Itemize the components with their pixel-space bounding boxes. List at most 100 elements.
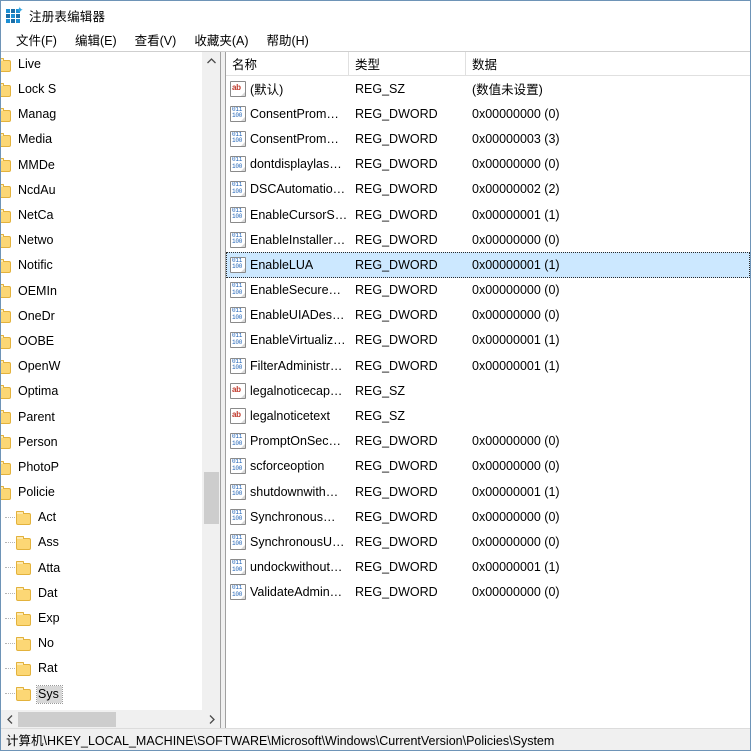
cell-type: REG_DWORD xyxy=(349,157,466,171)
tree-item-notific[interactable]: Notific xyxy=(1,254,219,279)
registry-tree[interactable]: LiveLock SManagMediaMMDeNcdAuNetCaNetwoN… xyxy=(1,52,220,710)
tree-item-oobe[interactable]: OOBE xyxy=(1,329,219,354)
tree-item-parent[interactable]: Parent xyxy=(1,405,219,430)
dword-value-icon: 011100 xyxy=(230,509,246,525)
menu-favorites[interactable]: 收藏夹(A) xyxy=(185,28,257,52)
table-row[interactable]: 011100dontdisplaylas…REG_DWORD0x00000000… xyxy=(226,152,750,177)
scroll-up-icon[interactable] xyxy=(203,52,220,69)
menu-help[interactable]: 帮助(H) xyxy=(257,28,317,52)
cell-type: REG_SZ xyxy=(349,82,466,96)
tree-item-no[interactable]: No xyxy=(1,631,219,656)
folder-icon xyxy=(1,133,12,147)
values-list[interactable]: ab(默认)REG_SZ(数值未设置)011100ConsentProm…REG… xyxy=(226,76,750,728)
string-value-icon: ab xyxy=(230,383,246,399)
value-name: ConsentProm… xyxy=(250,107,339,121)
table-row[interactable]: 011100shutdownwith…REG_DWORD0x00000001 (… xyxy=(226,479,750,504)
table-row[interactable]: 011100PromptOnSec…REG_DWORD0x00000000 (0… xyxy=(226,429,750,454)
tree-item-manag[interactable]: Manag xyxy=(1,102,219,127)
tree-item-live[interactable]: Live xyxy=(1,52,219,77)
main-split: LiveLock SManagMediaMMDeNcdAuNetCaNetwoN… xyxy=(1,51,750,728)
cell-type: REG_DWORD xyxy=(349,132,466,146)
tree-item-atta[interactable]: Atta xyxy=(1,556,219,581)
table-row[interactable]: 011100EnableLUAREG_DWORD0x00000001 (1) xyxy=(226,252,750,277)
folder-icon xyxy=(16,612,32,626)
cell-type: REG_DWORD xyxy=(349,560,466,574)
table-row[interactable]: 011100scforceoptionREG_DWORD0x00000000 (… xyxy=(226,454,750,479)
tree-item-label: Act xyxy=(37,509,59,526)
tree-item-person[interactable]: Person xyxy=(1,430,219,455)
cell-data: 0x00000001 (1) xyxy=(466,485,750,499)
string-value-icon: ab xyxy=(230,81,246,97)
table-row[interactable]: 011100DSCAutomatio…REG_DWORD0x00000002 (… xyxy=(226,177,750,202)
tree-item-label: PhotoP xyxy=(17,459,62,476)
table-row[interactable]: 011100SynchronousU…REG_DWORD0x00000000 (… xyxy=(226,529,750,554)
tree-item-policie[interactable]: Policie xyxy=(1,480,219,505)
folder-icon xyxy=(1,486,12,500)
folder-icon xyxy=(1,234,12,248)
tree-item-exp[interactable]: Exp xyxy=(1,606,219,631)
tree-item-optima[interactable]: Optima xyxy=(1,379,219,404)
tree-item-label: OneDr xyxy=(17,308,58,325)
dword-value-icon: 011100 xyxy=(230,181,246,197)
value-name: shutdownwith… xyxy=(250,485,338,499)
value-name: EnableVirtualiz… xyxy=(250,333,346,347)
tree-item-label: Lock S xyxy=(17,81,59,98)
title-bar: ✦ 注册表编辑器 xyxy=(1,1,750,29)
table-row[interactable]: 011100ConsentProm…REG_DWORD0x00000000 (0… xyxy=(226,101,750,126)
cell-name: ablegalnoticecap… xyxy=(226,383,349,399)
table-row[interactable]: 011100ValidateAdmin…REG_DWORD0x00000000 … xyxy=(226,580,750,605)
folder-icon xyxy=(1,259,12,273)
table-row[interactable]: 011100FilterAdministr…REG_DWORD0x0000000… xyxy=(226,353,750,378)
table-row[interactable]: 011100Synchronous…REG_DWORD0x00000000 (0… xyxy=(226,504,750,529)
cell-data: 0x00000000 (0) xyxy=(466,535,750,549)
tree-item-netwo[interactable]: Netwo xyxy=(1,228,219,253)
table-row[interactable]: ablegalnoticecap…REG_SZ xyxy=(226,378,750,403)
menu-view[interactable]: 查看(V) xyxy=(126,28,186,52)
value-name: legalnoticetext xyxy=(250,409,330,423)
h-scrollbar-thumb[interactable] xyxy=(18,712,116,727)
folder-icon xyxy=(16,662,32,676)
menu-edit[interactable]: 编辑(E) xyxy=(66,28,126,52)
menu-file[interactable]: 文件(F) xyxy=(7,28,66,52)
value-name: FilterAdministr… xyxy=(250,359,342,373)
tree-item-mmde[interactable]: MMDe xyxy=(1,153,219,178)
column-header-type[interactable]: 类型 xyxy=(349,52,466,75)
table-row[interactable]: 011100ConsentProm…REG_DWORD0x00000003 (3… xyxy=(226,126,750,151)
tree-item-openw[interactable]: OpenW xyxy=(1,354,219,379)
table-row[interactable]: ablegalnoticetextREG_SZ xyxy=(226,403,750,428)
tree-item-lock-s[interactable]: Lock S xyxy=(1,77,219,102)
h-scroll-track[interactable] xyxy=(18,711,203,728)
table-row[interactable]: ab(默认)REG_SZ(数值未设置) xyxy=(226,76,750,101)
folder-icon xyxy=(1,184,12,198)
table-row[interactable]: 011100EnableCursorS…REG_DWORD0x00000001 … xyxy=(226,202,750,227)
tree-vertical-scrollbar[interactable] xyxy=(202,52,220,728)
tree-item-onedr[interactable]: OneDr xyxy=(1,304,219,329)
tree-item-rat[interactable]: Rat xyxy=(1,657,219,682)
tree-item-dat[interactable]: Dat xyxy=(1,581,219,606)
window-title: 注册表编辑器 xyxy=(29,6,105,25)
value-name: PromptOnSec… xyxy=(250,434,341,448)
tree-item-photop[interactable]: PhotoP xyxy=(1,455,219,480)
column-header-data[interactable]: 数据 xyxy=(466,52,750,75)
tree-scrollbar-thumb[interactable] xyxy=(204,472,219,524)
value-name: EnableLUA xyxy=(250,258,313,272)
table-row[interactable]: 011100EnableSecure…REG_DWORD0x00000000 (… xyxy=(226,278,750,303)
tree-item-act[interactable]: Act xyxy=(1,505,219,530)
dword-value-icon: 011100 xyxy=(230,559,246,575)
dword-value-icon: 011100 xyxy=(230,358,246,374)
scroll-right-icon[interactable] xyxy=(203,711,220,728)
tree-item-media[interactable]: Media xyxy=(1,128,219,153)
cell-name: 011100shutdownwith… xyxy=(226,484,349,500)
tree-item-ass[interactable]: Ass xyxy=(1,531,219,556)
table-row[interactable]: 011100EnableUIADes…REG_DWORD0x00000000 (… xyxy=(226,303,750,328)
tree-horizontal-scrollbar[interactable] xyxy=(1,710,220,728)
scroll-left-icon[interactable] xyxy=(1,711,18,728)
tree-item-sys[interactable]: Sys xyxy=(1,682,219,707)
tree-item-ncdau[interactable]: NcdAu xyxy=(1,178,219,203)
tree-item-netca[interactable]: NetCa xyxy=(1,203,219,228)
column-header-name[interactable]: 名称 xyxy=(226,52,349,75)
tree-item-oemin[interactable]: OEMIn xyxy=(1,279,219,304)
table-row[interactable]: 011100undockwithout…REG_DWORD0x00000001 … xyxy=(226,555,750,580)
table-row[interactable]: 011100EnableInstaller…REG_DWORD0x0000000… xyxy=(226,227,750,252)
table-row[interactable]: 011100EnableVirtualiz…REG_DWORD0x0000000… xyxy=(226,328,750,353)
